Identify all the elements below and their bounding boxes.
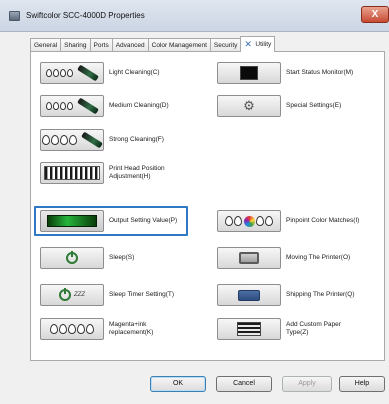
special-settings-item[interactable]: ⚙ Special Settings(E): [217, 95, 341, 117]
sleep-timer-label: Sleep Timer Setting(T): [109, 291, 175, 298]
moving-printer-button[interactable]: [217, 247, 281, 269]
ink-replacement-button[interactable]: [40, 318, 104, 340]
apply-button[interactable]: Apply: [282, 376, 332, 392]
shipping-printer-label: Shipping The Printer(Q): [286, 291, 355, 298]
status-monitor-item[interactable]: Start Status Monitor(M): [217, 62, 353, 84]
special-settings-icon: ⚙: [243, 98, 255, 113]
sleep-label: Sleep(S): [109, 254, 135, 261]
properties-dialog: Swiftcolor SCC-4000D Properties X Genera…: [0, 0, 389, 404]
ink-replacement-label: Magenta+ink replacement(K): [109, 321, 153, 337]
tab-strip: General Sharing Ports Advanced Color Man…: [30, 36, 276, 52]
strong-cleaning-button[interactable]: [40, 129, 104, 151]
output-setting-icon: [47, 215, 97, 227]
sleep-timer-zzz: ZZZ: [74, 292, 85, 298]
tab-advanced[interactable]: Advanced: [111, 38, 149, 52]
head-alignment-label-line1: Print Head Position: [109, 165, 165, 172]
light-cleaning-button[interactable]: [40, 62, 104, 84]
strong-cleaning-item[interactable]: Strong Cleaning(F): [40, 129, 164, 151]
sleep-item[interactable]: Sleep(S): [40, 247, 134, 269]
status-monitor-button[interactable]: [217, 62, 281, 84]
color-match-icon: [225, 215, 274, 227]
tab-utility-label: Utility: [255, 41, 272, 48]
output-setting-button[interactable]: [40, 210, 104, 232]
light-cleaning-icon: [45, 64, 99, 82]
custom-paper-label-line1: Add Custom Paper: [286, 321, 341, 328]
custom-paper-label-line2: Type(Z): [286, 329, 309, 336]
tab-color-management[interactable]: Color Management: [147, 38, 211, 52]
output-setting-label: Output Setting Value(P): [109, 217, 178, 224]
status-monitor-icon: [240, 66, 258, 80]
ink-replacement-icon: [50, 324, 95, 334]
ink-replacement-label-line1: Magenta+ink: [109, 321, 147, 328]
medium-cleaning-label: Medium Cleaning(D): [109, 102, 169, 109]
head-alignment-label-line2: Adjustment(H): [109, 173, 151, 180]
close-button[interactable]: X: [361, 6, 389, 23]
ok-button[interactable]: OK: [150, 376, 206, 392]
light-cleaning-label: Light Cleaning(C): [109, 69, 160, 76]
title-bar: Swiftcolor SCC-4000D Properties X: [0, 0, 389, 32]
sleep-timer-icon: ZZZ: [59, 288, 85, 301]
output-setting-item[interactable]: Output Setting Value(P): [40, 210, 177, 232]
utility-panel: Light Cleaning(C) Medium Cleaning(D) Str…: [30, 51, 385, 361]
color-match-label: Pinpoint Color Matches(I): [286, 217, 360, 224]
ink-replacement-label-line2: replacement(K): [109, 329, 154, 336]
cancel-button[interactable]: Cancel: [216, 376, 272, 392]
shipping-printer-button[interactable]: [217, 284, 281, 306]
window-title: Swiftcolor SCC-4000D Properties: [26, 11, 145, 20]
printer-app-icon: [9, 11, 20, 21]
special-settings-label: Special Settings(E): [286, 102, 342, 109]
moving-printer-item[interactable]: Moving The Printer(O): [217, 247, 350, 269]
strong-cleaning-icon: [41, 131, 103, 149]
custom-paper-label: Add Custom Paper Type(Z): [286, 321, 341, 337]
wrench-icon: ✕: [244, 39, 252, 49]
shipping-printer-icon: [238, 289, 260, 301]
tab-security[interactable]: Security: [209, 38, 242, 52]
custom-paper-icon: [237, 322, 261, 336]
ink-replacement-item[interactable]: Magenta+ink replacement(K): [40, 318, 153, 340]
medium-cleaning-item[interactable]: Medium Cleaning(D): [40, 95, 169, 117]
sleep-timer-button[interactable]: ZZZ: [40, 284, 104, 306]
sleep-button[interactable]: [40, 247, 104, 269]
sleep-timer-item[interactable]: ZZZ Sleep Timer Setting(T): [40, 284, 174, 306]
custom-paper-button[interactable]: [217, 318, 281, 340]
strong-cleaning-label: Strong Cleaning(F): [109, 136, 164, 143]
status-monitor-label: Start Status Monitor(M): [286, 69, 354, 76]
head-alignment-button[interactable]: [40, 162, 104, 184]
moving-printer-icon: [239, 252, 259, 264]
power-icon: [66, 251, 78, 264]
tab-utility[interactable]: ✕ Utility: [240, 36, 276, 52]
medium-cleaning-button[interactable]: [40, 95, 104, 117]
moving-printer-label: Moving The Printer(O): [286, 254, 351, 261]
head-alignment-icon: [44, 166, 100, 180]
help-button[interactable]: Help: [339, 376, 385, 392]
head-alignment-item[interactable]: Print Head Position Adjustment(H): [40, 162, 165, 184]
tab-general[interactable]: General: [30, 38, 62, 52]
tab-sharing[interactable]: Sharing: [60, 38, 91, 52]
special-settings-button[interactable]: ⚙: [217, 95, 281, 117]
light-cleaning-item[interactable]: Light Cleaning(C): [40, 62, 160, 84]
color-match-item[interactable]: Pinpoint Color Matches(I): [217, 210, 359, 232]
tab-ports[interactable]: Ports: [89, 38, 113, 52]
head-alignment-label: Print Head Position Adjustment(H): [109, 165, 165, 181]
color-match-button[interactable]: [217, 210, 281, 232]
medium-cleaning-icon: [45, 97, 99, 115]
custom-paper-item[interactable]: Add Custom Paper Type(Z): [217, 318, 341, 340]
shipping-printer-item[interactable]: Shipping The Printer(Q): [217, 284, 355, 306]
